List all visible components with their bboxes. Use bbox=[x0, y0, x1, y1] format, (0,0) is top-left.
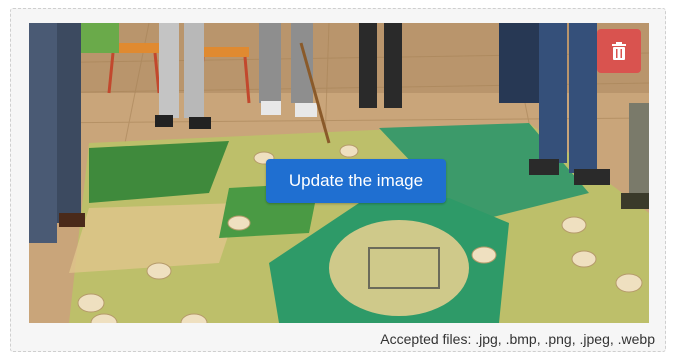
accepted-files-text: Accepted files: .jpg, .bmp, .png, .jpeg,… bbox=[380, 331, 655, 347]
image-uploader[interactable]: Update the image Accepted files: .jpg, .… bbox=[10, 8, 666, 352]
trash-icon bbox=[611, 42, 627, 60]
update-image-button[interactable]: Update the image bbox=[266, 159, 446, 203]
delete-image-button[interactable] bbox=[597, 29, 641, 73]
uploaded-image-preview: Update the image bbox=[29, 23, 649, 323]
